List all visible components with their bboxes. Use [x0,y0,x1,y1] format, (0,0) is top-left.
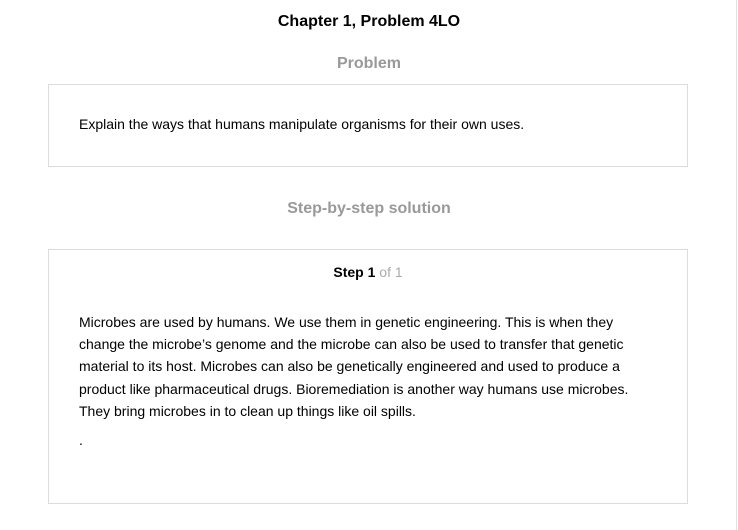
step-trailing-text: . [79,432,83,448]
problem-heading: Problem [336,55,401,72]
problem-panel: Explain the ways that humans manipulate … [48,84,688,167]
page-right-border [736,0,737,530]
problem-text: Explain the ways that humans manipulate … [79,116,525,132]
solution-heading: Step-by-step solution [287,200,451,217]
page-title: Chapter 1, Problem 4LO [277,13,461,30]
step-body-text: Microbes are used by humans. We use them… [79,314,629,419]
step-word: Step [333,264,364,280]
step-number: 1 [367,264,376,280]
step-of-total: of 1 [379,264,403,280]
solution-panel: Step 1 of 1 Microbes are used by humans.… [48,249,688,504]
step-label: Step 1 of 1 [49,263,687,281]
